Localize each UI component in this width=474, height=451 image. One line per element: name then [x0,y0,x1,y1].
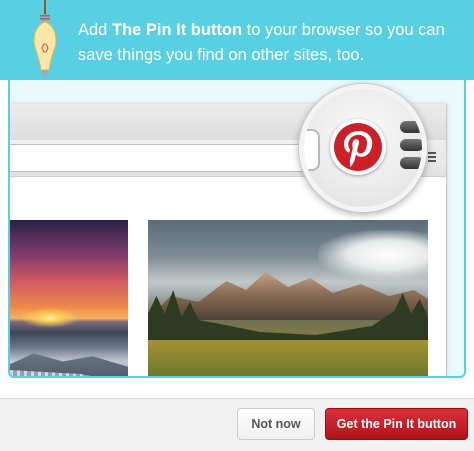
sunset-waterfall-photo [10,220,128,376]
magnified-url-bar [304,129,320,171]
banner-text-emphasis: The Pin It button [111,21,243,39]
magnified-toolbar-buttons [400,121,422,181]
mountain-meadow-photo [148,220,428,376]
banner-message: Add The Pin It button to your browser so… [78,18,448,68]
pinterest-logo-icon [330,119,386,175]
banner-text-lead: Add [78,21,112,39]
lightbulb-icon [33,0,57,76]
hamburger-menu-icon [428,152,438,162]
dialog-footer: Not now Get the Pin It button [0,398,474,451]
not-now-button[interactable]: Not now [237,408,315,440]
magnifier-callout [299,84,427,212]
illustration-panel [8,80,466,378]
browser-url-bar [10,144,311,172]
promo-banner: Add The Pin It button to your browser so… [0,0,474,80]
get-pin-it-button[interactable]: Get the Pin It button [325,408,468,440]
